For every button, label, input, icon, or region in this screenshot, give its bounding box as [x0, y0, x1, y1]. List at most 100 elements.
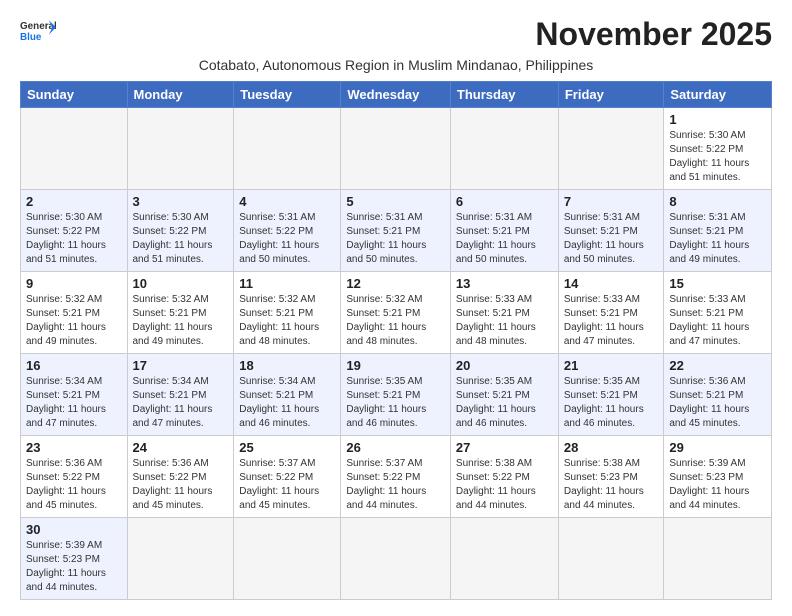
- calendar-cell: 29Sunrise: 5:39 AM Sunset: 5:23 PM Dayli…: [664, 436, 772, 518]
- day-info: Sunrise: 5:33 AM Sunset: 5:21 PM Dayligh…: [564, 293, 659, 349]
- header-thursday: Thursday: [450, 82, 558, 108]
- calendar-cell: 22 Sunrise: 5:36 AM Sunset: 5:21 PM Dayli…: [664, 354, 772, 436]
- calendar-cell: [558, 518, 664, 600]
- day-number: 19: [346, 358, 445, 373]
- day-number: 13: [456, 276, 553, 291]
- day-number: 17: [133, 358, 229, 373]
- day-info: Sunrise: 5:31 AM Sunset: 5:21 PM Dayligh…: [346, 211, 445, 267]
- calendar-cell: 1 Sunrise: 5:30 AM Sunset: 5:22 PM Daylig…: [664, 108, 772, 190]
- day-info: Sunrise: 5:35 AM Sunset: 5:21 PM Dayligh…: [456, 375, 553, 431]
- header-saturday: Saturday: [664, 82, 772, 108]
- day-number: 9: [26, 276, 122, 291]
- day-info: Sunrise: 5:37 AM Sunset: 5:22 PM Dayligh…: [239, 457, 335, 513]
- calendar-cell: 6 Sunrise: 5:31 AM Sunset: 5:21 PM Daylig…: [450, 190, 558, 272]
- calendar-cell: [558, 108, 664, 190]
- day-info: Sunrise: 5:37 AM Sunset: 5:22 PM Dayligh…: [346, 457, 445, 513]
- day-info: Sunrise: 5:36 AM Sunset: 5:21 PM Dayligh…: [669, 375, 766, 431]
- day-info: Sunrise: 5:30 AM Sunset: 5:22 PM Dayligh…: [669, 129, 766, 185]
- day-number: 28: [564, 440, 659, 455]
- day-info: Sunrise: 5:32 AM Sunset: 5:21 PM Dayligh…: [133, 293, 229, 349]
- day-number: 1: [669, 112, 766, 127]
- day-info: Sunrise: 5:31 AM Sunset: 5:21 PM Dayligh…: [456, 211, 553, 267]
- day-number: 18: [239, 358, 335, 373]
- day-number: 3: [133, 194, 229, 209]
- calendar-cell: 16 Sunrise: 5:34 AM Sunset: 5:21 PM Dayli…: [21, 354, 128, 436]
- day-number: 15: [669, 276, 766, 291]
- day-number: 20: [456, 358, 553, 373]
- calendar-cell: 11Sunrise: 5:32 AM Sunset: 5:21 PM Dayli…: [234, 272, 341, 354]
- day-info: Sunrise: 5:39 AM Sunset: 5:23 PM Dayligh…: [26, 539, 122, 595]
- calendar-cell: 2 Sunrise: 5:30 AM Sunset: 5:22 PM Daylig…: [21, 190, 128, 272]
- day-number: 5: [346, 194, 445, 209]
- week-row-5: 23 Sunrise: 5:36 AM Sunset: 5:22 PM Dayli…: [21, 436, 772, 518]
- header-friday: Friday: [558, 82, 664, 108]
- day-info: Sunrise: 5:34 AM Sunset: 5:21 PM Dayligh…: [239, 375, 335, 431]
- day-number: 30: [26, 522, 122, 537]
- day-info: Sunrise: 5:32 AM Sunset: 5:21 PM Dayligh…: [26, 293, 122, 349]
- day-info: Sunrise: 5:33 AM Sunset: 5:21 PM Dayligh…: [456, 293, 553, 349]
- calendar-cell: [450, 518, 558, 600]
- day-info: Sunrise: 5:33 AM Sunset: 5:21 PM Dayligh…: [669, 293, 766, 349]
- calendar-cell: [450, 108, 558, 190]
- day-info: Sunrise: 5:34 AM Sunset: 5:21 PM Dayligh…: [26, 375, 122, 431]
- calendar-cell: [234, 108, 341, 190]
- calendar-cell: 7Sunrise: 5:31 AM Sunset: 5:21 PM Daylig…: [558, 190, 664, 272]
- day-number: 26: [346, 440, 445, 455]
- calendar-cell: 4 Sunrise: 5:31 AM Sunset: 5:22 PM Daylig…: [234, 190, 341, 272]
- calendar-cell: 18 Sunrise: 5:34 AM Sunset: 5:21 PM Dayli…: [234, 354, 341, 436]
- day-number: 10: [133, 276, 229, 291]
- calendar-cell: 14 Sunrise: 5:33 AM Sunset: 5:21 PM Dayli…: [558, 272, 664, 354]
- day-number: 6: [456, 194, 553, 209]
- calendar-cell: 24Sunrise: 5:36 AM Sunset: 5:22 PM Dayli…: [127, 436, 234, 518]
- calendar-cell: [664, 518, 772, 600]
- day-number: 25: [239, 440, 335, 455]
- week-row-2: 2 Sunrise: 5:30 AM Sunset: 5:22 PM Daylig…: [21, 190, 772, 272]
- day-number: 4: [239, 194, 335, 209]
- day-number: 22: [669, 358, 766, 373]
- header-sunday: Sunday: [21, 82, 128, 108]
- calendar-cell: 23 Sunrise: 5:36 AM Sunset: 5:22 PM Dayli…: [21, 436, 128, 518]
- header-wednesday: Wednesday: [341, 82, 451, 108]
- calendar-cell: 15 Sunrise: 5:33 AM Sunset: 5:21 PM Dayli…: [664, 272, 772, 354]
- day-number: 23: [26, 440, 122, 455]
- calendar-cell: 19 Sunrise: 5:35 AM Sunset: 5:21 PM Dayli…: [341, 354, 451, 436]
- calendar-cell: 17Sunrise: 5:34 AM Sunset: 5:21 PM Dayli…: [127, 354, 234, 436]
- day-info: Sunrise: 5:32 AM Sunset: 5:21 PM Dayligh…: [239, 293, 335, 349]
- day-number: 8: [669, 194, 766, 209]
- header-tuesday: Tuesday: [234, 82, 341, 108]
- calendar-cell: [127, 518, 234, 600]
- calendar-cell: 10 Sunrise: 5:32 AM Sunset: 5:21 PM Dayli…: [127, 272, 234, 354]
- day-info: Sunrise: 5:35 AM Sunset: 5:21 PM Dayligh…: [346, 375, 445, 431]
- svg-text:Blue: Blue: [20, 32, 42, 43]
- logo: General Blue: [20, 16, 56, 46]
- week-row-6: 30 Sunrise: 5:39 AM Sunset: 5:23 PM Dayli…: [21, 518, 772, 600]
- calendar-cell: 3 Sunrise: 5:30 AM Sunset: 5:22 PM Daylig…: [127, 190, 234, 272]
- calendar-cell: 8Sunrise: 5:31 AM Sunset: 5:21 PM Daylig…: [664, 190, 772, 272]
- calendar-cell: 9 Sunrise: 5:32 AM Sunset: 5:21 PM Daylig…: [21, 272, 128, 354]
- day-number: 27: [456, 440, 553, 455]
- day-number: 12: [346, 276, 445, 291]
- subtitle: Cotabato, Autonomous Region in Muslim Mi…: [20, 57, 772, 73]
- calendar-cell: 28 Sunrise: 5:38 AM Sunset: 5:23 PM Dayli…: [558, 436, 664, 518]
- calendar-cell: [341, 518, 451, 600]
- day-info: Sunrise: 5:38 AM Sunset: 5:23 PM Dayligh…: [564, 457, 659, 513]
- calendar-cell: 12Sunrise: 5:32 AM Sunset: 5:21 PM Dayli…: [341, 272, 451, 354]
- calendar-cell: 25 Sunrise: 5:37 AM Sunset: 5:22 PM Dayli…: [234, 436, 341, 518]
- day-info: Sunrise: 5:36 AM Sunset: 5:22 PM Dayligh…: [26, 457, 122, 513]
- day-number: 14: [564, 276, 659, 291]
- day-info: Sunrise: 5:30 AM Sunset: 5:22 PM Dayligh…: [26, 211, 122, 267]
- day-number: 16: [26, 358, 122, 373]
- calendar: Sunday Monday Tuesday Wednesday Thursday…: [20, 81, 772, 600]
- day-number: 2: [26, 194, 122, 209]
- calendar-cell: [341, 108, 451, 190]
- day-info: Sunrise: 5:31 AM Sunset: 5:22 PM Dayligh…: [239, 211, 335, 267]
- day-info: Sunrise: 5:38 AM Sunset: 5:22 PM Dayligh…: [456, 457, 553, 513]
- calendar-cell: 26 Sunrise: 5:37 AM Sunset: 5:22 PM Dayli…: [341, 436, 451, 518]
- calendar-cell: 5 Sunrise: 5:31 AM Sunset: 5:21 PM Daylig…: [341, 190, 451, 272]
- day-info: Sunrise: 5:30 AM Sunset: 5:22 PM Dayligh…: [133, 211, 229, 267]
- day-number: 7: [564, 194, 659, 209]
- calendar-cell: [127, 108, 234, 190]
- calendar-cell: 27 Sunrise: 5:38 AM Sunset: 5:22 PM Dayli…: [450, 436, 558, 518]
- calendar-cell: [21, 108, 128, 190]
- week-row-4: 16 Sunrise: 5:34 AM Sunset: 5:21 PM Dayli…: [21, 354, 772, 436]
